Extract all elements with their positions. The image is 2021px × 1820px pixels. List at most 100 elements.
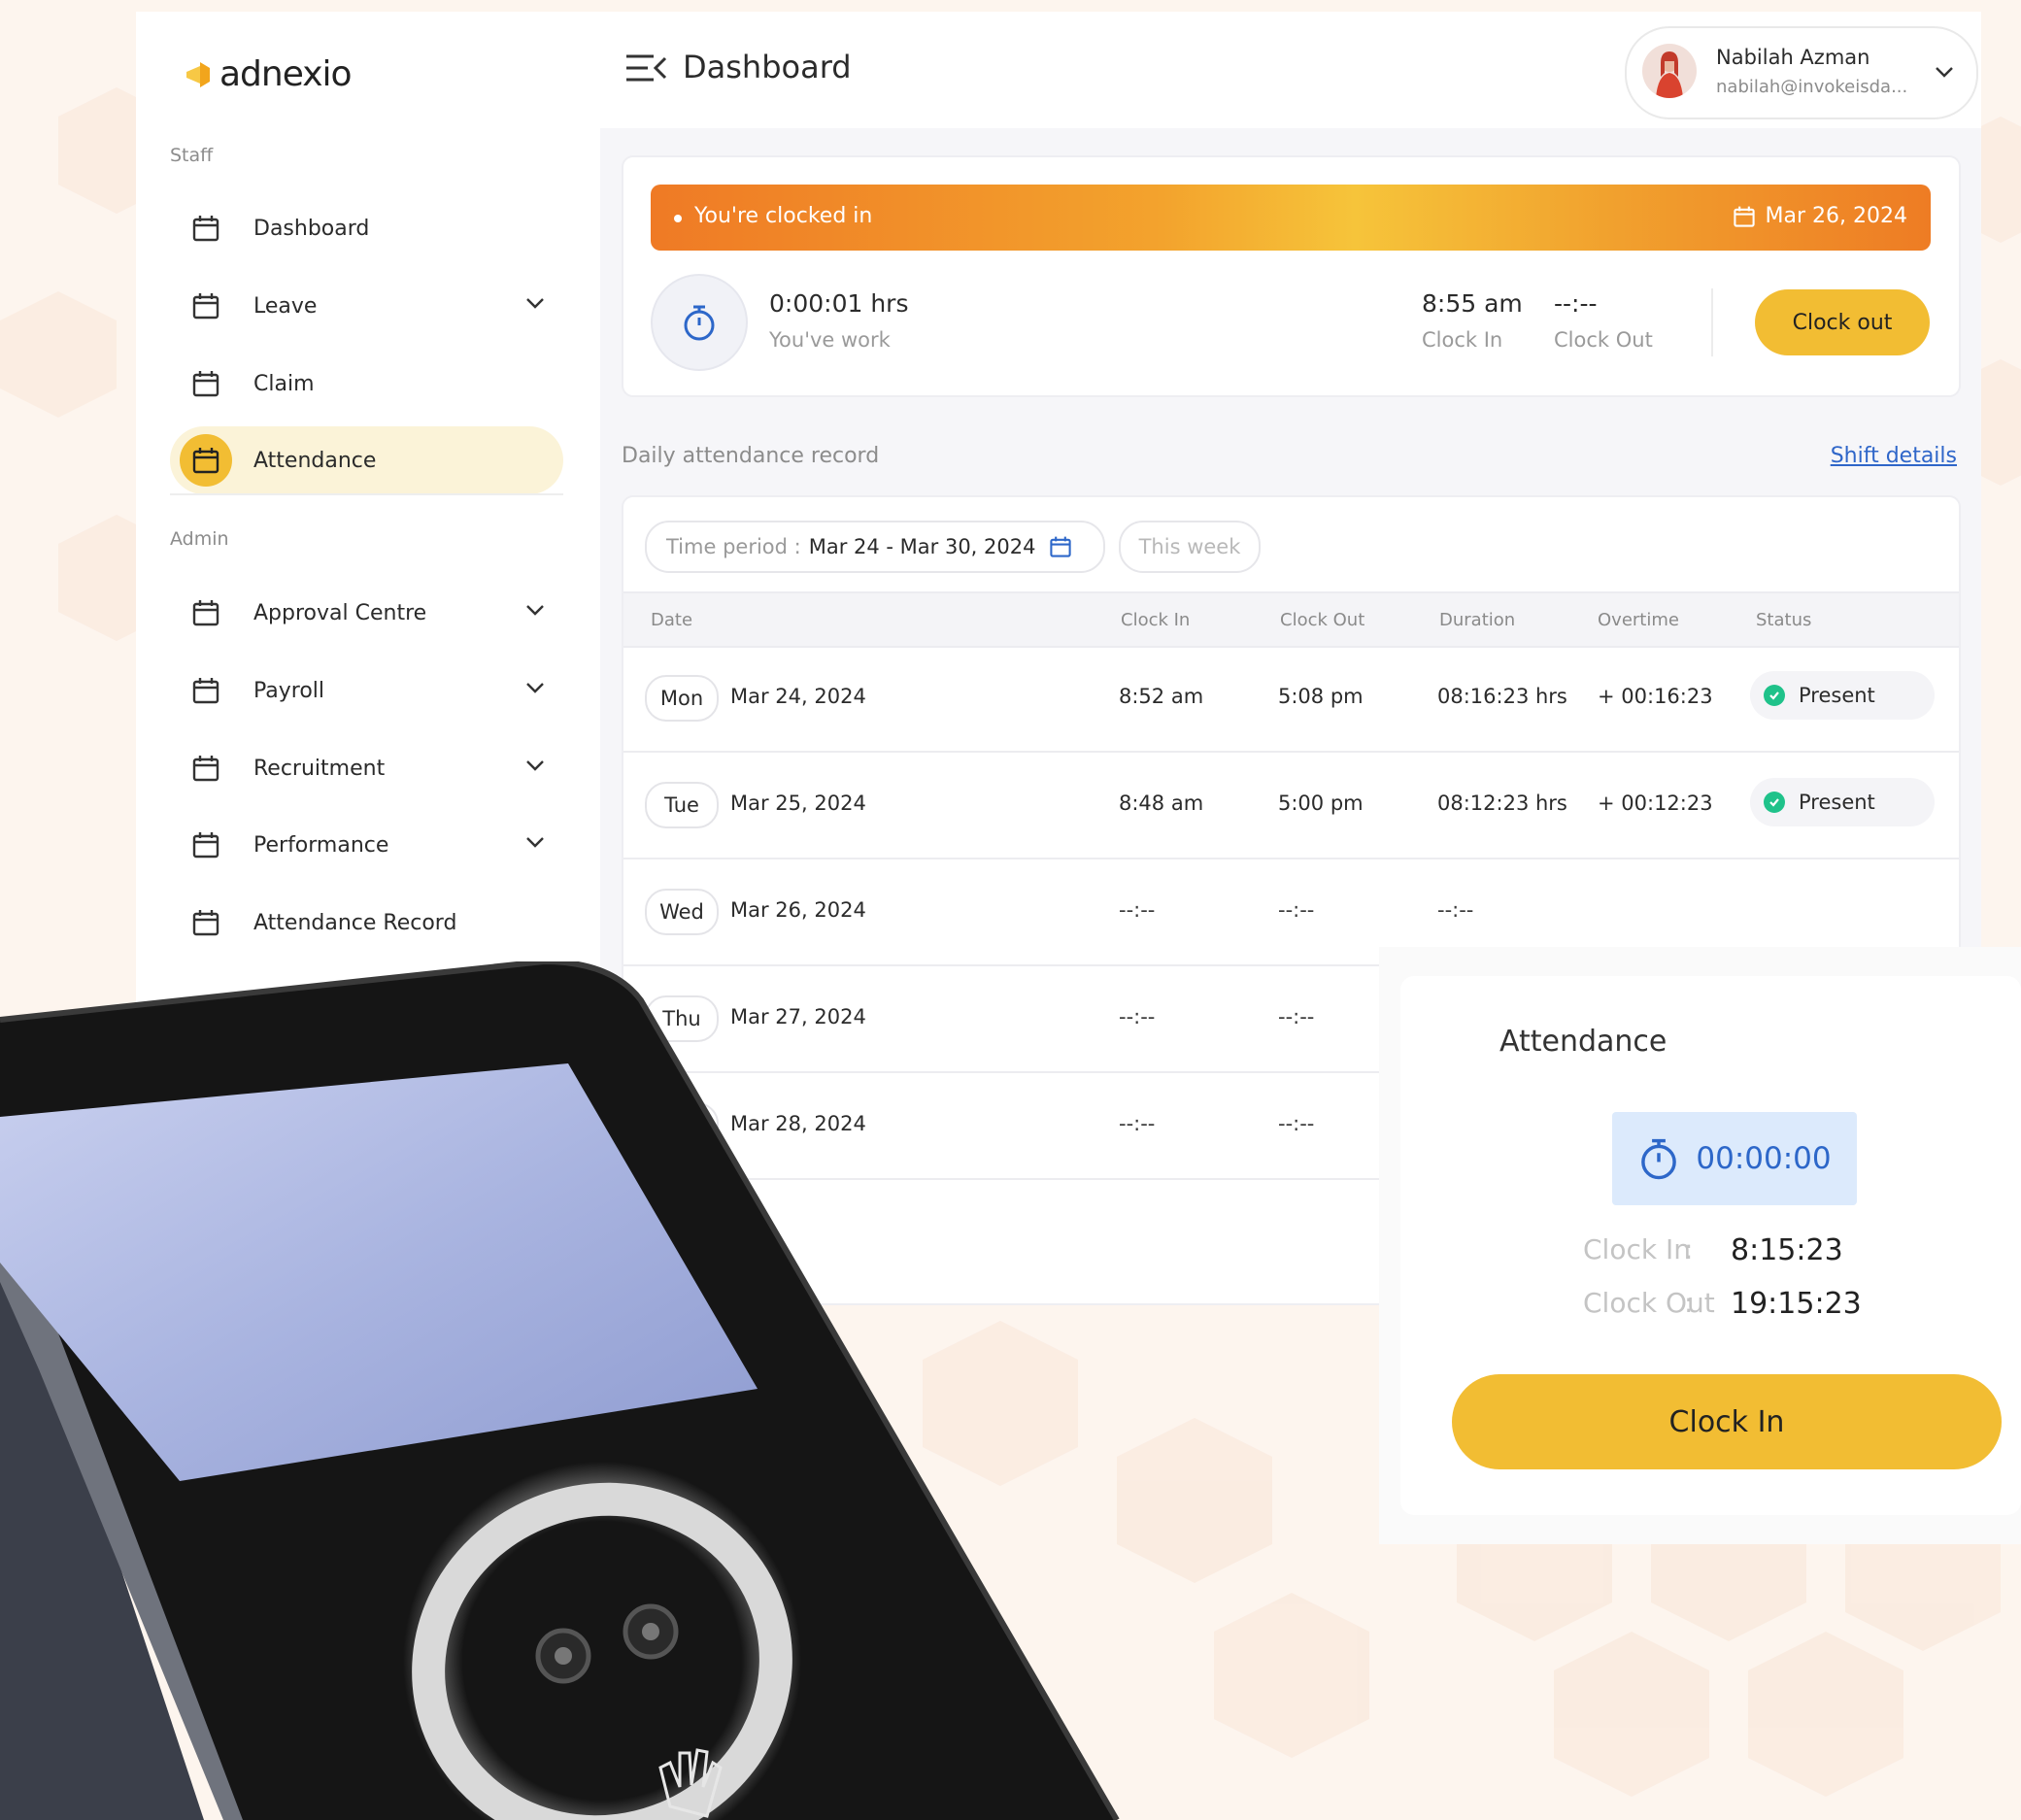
clock-out-time: --:-- <box>1554 289 1598 318</box>
sidebar-item-claim[interactable]: Claim <box>170 350 563 418</box>
chevron-down-icon[interactable] <box>524 758 546 772</box>
row-clock-out: 5:08 pm <box>1278 685 1364 708</box>
chevron-down-icon[interactable] <box>524 603 546 617</box>
period-value: Mar 24 - Mar 30, 2024 <box>808 535 1036 558</box>
clocked-in-banner: You're clocked in Mar 26, 2024 <box>651 185 1931 251</box>
calendar-icon <box>180 587 232 639</box>
column-header-clock-in[interactable]: Clock In <box>1121 610 1190 630</box>
avatar <box>1642 44 1697 98</box>
sidebar-item-dashboard[interactable]: Dashboard <box>170 194 563 262</box>
column-header-status[interactable]: Status <box>1756 610 1811 630</box>
user-name: Nabilah Azman <box>1716 46 1870 69</box>
period-label: Time period : <box>666 535 801 558</box>
row-date: Mar 25, 2024 <box>730 792 866 815</box>
calendar-icon <box>180 664 232 717</box>
row-clock-out: --:-- <box>1278 898 1315 922</box>
sidebar-item-label: Recruitment <box>253 756 386 781</box>
table-row[interactable]: Tue Mar 25, 2024 8:48 am 5:00 pm 08:12:2… <box>623 751 1959 859</box>
chevron-down-icon[interactable] <box>524 835 546 849</box>
chevron-down-icon[interactable] <box>524 296 546 310</box>
calendar-icon <box>180 202 232 254</box>
biometric-terminal-device <box>0 961 1120 1820</box>
sidebar-item-attendance[interactable]: Attendance <box>170 426 563 494</box>
calendar-icon <box>180 434 232 487</box>
attendance-timer: 00:00:00 <box>1612 1112 1857 1205</box>
sidebar-item-recruitment[interactable]: Recruitment <box>170 734 563 802</box>
row-clock-out: 5:00 pm <box>1278 792 1364 815</box>
clock-out-label: Clock Out <box>1554 328 1653 352</box>
row-clock-out: --:-- <box>1278 1112 1315 1135</box>
day-badge: Mon <box>645 675 719 722</box>
clocked-in-text: You're clocked in <box>694 204 873 228</box>
brand-name: adnexio <box>219 54 353 94</box>
page-title: Dashboard <box>683 49 852 85</box>
banner-date-text: Mar 26, 2024 <box>1765 204 1907 228</box>
divider <box>1711 288 1713 356</box>
row-clock-in: 8:48 am <box>1119 792 1204 815</box>
clock-in-button[interactable]: Clock In <box>1452 1374 2002 1469</box>
column-header-clock-out[interactable]: Clock Out <box>1280 610 1364 630</box>
calendar-icon <box>180 742 232 794</box>
check-icon <box>1764 685 1785 706</box>
status-dot <box>674 215 682 222</box>
stopwatch-icon <box>684 305 715 341</box>
table-row[interactable]: Mon Mar 24, 2024 8:52 am 5:08 pm 08:16:2… <box>623 644 1959 753</box>
chevron-down-icon[interactable] <box>524 681 546 694</box>
day-badge: Tue <box>645 782 719 828</box>
chevron-down-icon[interactable] <box>1934 65 1955 79</box>
status-text: Present <box>1799 684 1875 707</box>
collapse-menu-icon[interactable] <box>624 52 667 84</box>
sidebar-item-performance[interactable]: Performance <box>170 811 563 879</box>
user-email: nabilah@invokeisda... <box>1716 77 1908 97</box>
calendar-icon <box>180 357 232 410</box>
shift-details-link[interactable]: Shift details <box>1831 444 1957 468</box>
row-duration: --:-- <box>1437 898 1474 922</box>
attendance-card: Attendance 00:00:00 Clock In : 8:15:23 C… <box>1400 976 2021 1515</box>
sidebar-item-label: Approval Centre <box>253 600 427 625</box>
day-badge: Wed <box>645 889 719 935</box>
top-header: Dashboard Nabilah Azman nabilah@invokeis… <box>600 12 1981 128</box>
row-overtime: + 00:16:23 <box>1598 685 1713 708</box>
elapsed-time: 0:00:01 hrs <box>769 289 909 318</box>
table-header: Date Clock In Clock Out Duration Overtim… <box>623 591 1959 648</box>
clock-in-label: Clock In <box>1422 328 1503 352</box>
attendance-title: Attendance <box>1499 1025 1667 1059</box>
attendance-panel: Attendance 00:00:00 Clock In : 8:15:23 C… <box>1379 947 2021 1544</box>
sidebar-item-payroll[interactable]: Payroll <box>170 657 563 725</box>
stopwatch-badge <box>651 274 748 371</box>
sidebar-item-attendance-record[interactable]: Attendance Record <box>170 889 563 957</box>
sidebar-item-label: Dashboard <box>253 216 370 241</box>
sidebar-item-label: Performance <box>253 832 389 858</box>
calendar-icon[interactable] <box>1049 535 1072 558</box>
separator: : <box>1684 1287 1694 1319</box>
calendar-icon <box>180 896 232 949</box>
sidebar-item-label: Attendance <box>253 448 377 473</box>
sidebar-item-label: Attendance Record <box>253 910 457 935</box>
sidebar-item-approval-centre[interactable]: Approval Centre <box>170 579 563 647</box>
row-duration: 08:12:23 hrs <box>1437 792 1567 815</box>
sidebar-item-label: Claim <box>253 371 315 396</box>
clock-status-card: You're clocked in Mar 26, 2024 0:00:01 h… <box>622 155 1961 397</box>
staff-section-label: Staff <box>170 145 214 166</box>
column-header-overtime[interactable]: Overtime <box>1598 610 1679 630</box>
this-week-button[interactable]: This week <box>1119 521 1261 573</box>
sidebar-item-leave[interactable]: Leave <box>170 272 563 340</box>
row-clock-in: 8:52 am <box>1119 685 1204 708</box>
row-clock-out: --:-- <box>1278 1005 1315 1028</box>
clock-in-label: Clock In <box>1583 1233 1691 1265</box>
banner-date: Mar 26, 2024 <box>1733 204 1907 228</box>
time-period-picker[interactable]: Time period : Mar 24 - Mar 30, 2024 <box>645 521 1105 573</box>
column-header-date[interactable]: Date <box>651 610 692 630</box>
status-badge: Present <box>1750 671 1935 720</box>
clock-in-time: 8:55 am <box>1422 289 1523 318</box>
clock-out-button[interactable]: Clock out <box>1755 289 1930 355</box>
column-header-duration[interactable]: Duration <box>1439 610 1515 630</box>
daily-record-title: Daily attendance record <box>622 444 880 468</box>
brand-logo[interactable]: adnexio <box>186 54 353 94</box>
status-text: Present <box>1799 791 1875 814</box>
check-icon <box>1764 792 1785 813</box>
sidebar-divider <box>170 493 563 495</box>
user-menu[interactable]: Nabilah Azman nabilah@invokeisda... <box>1625 26 1978 119</box>
admin-section-label: Admin <box>170 528 229 550</box>
clock-out-label: Clock Out <box>1583 1287 1715 1319</box>
